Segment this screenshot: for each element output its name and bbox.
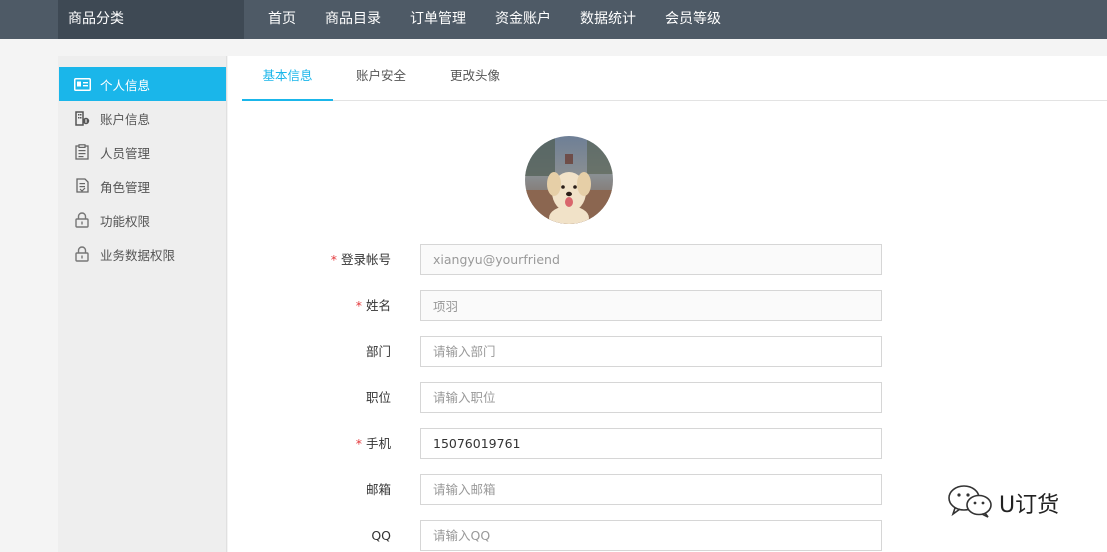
lock-icon xyxy=(73,211,91,229)
lock-icon xyxy=(73,245,91,263)
sidebar-item-label: 功能权限 xyxy=(100,213,151,229)
sidebar-item-label: 业务数据权限 xyxy=(100,247,176,263)
nav-item-statistics[interactable]: 数据统计 xyxy=(580,0,636,39)
required-marker: * xyxy=(355,436,362,451)
form-row-phone: * 手机 xyxy=(228,428,1107,460)
sidebar-item-label: 账户信息 xyxy=(100,111,151,127)
field-label: 部门 xyxy=(365,344,391,359)
field-label: 邮箱 xyxy=(365,482,391,497)
field-label: QQ xyxy=(371,528,391,543)
building-icon xyxy=(73,109,91,127)
sidebar-item-business-data-permissions[interactable]: 业务数据权限 xyxy=(59,237,226,271)
sidebar-item-function-permissions[interactable]: 功能权限 xyxy=(59,203,226,237)
sidebar-item-staff-management[interactable]: 人员管理 xyxy=(59,135,226,169)
category-menu-button[interactable]: 商品分类 xyxy=(58,0,244,39)
form-row-qq: QQ xyxy=(228,520,1107,552)
top-nav: 首页 商品目录 订单管理 资金账户 数据统计 会员等级 xyxy=(268,0,750,39)
qq-field[interactable] xyxy=(420,520,882,551)
email-field[interactable] xyxy=(420,474,882,505)
main-panel: 基本信息 账户安全 更改头像 * 登录帐号 xiangyu@yourfriend… xyxy=(228,56,1107,552)
id-card-icon xyxy=(73,75,91,93)
position-field[interactable] xyxy=(420,382,882,413)
field-label: * 姓名 xyxy=(355,298,391,313)
tab-basic-info[interactable]: 基本信息 xyxy=(242,56,333,101)
required-marker: * xyxy=(330,252,337,267)
form-row-position: 职位 xyxy=(228,382,1107,414)
field-label: 职位 xyxy=(365,390,391,405)
login-account-field[interactable] xyxy=(420,244,882,275)
nav-item-home[interactable]: 首页 xyxy=(268,0,296,39)
form-row-login-account: * 登录帐号 xyxy=(228,244,1107,276)
document-icon xyxy=(73,177,91,195)
sidebar-item-label: 人员管理 xyxy=(100,145,151,161)
nav-item-funds[interactable]: 资金账户 xyxy=(495,0,551,39)
phone-field[interactable] xyxy=(420,428,882,459)
required-marker: * xyxy=(355,298,362,313)
watermark-text: U订货 xyxy=(999,493,1060,518)
form-row-name: * 姓名 xyxy=(228,290,1107,322)
department-field[interactable] xyxy=(420,336,882,367)
nav-item-orders[interactable]: 订单管理 xyxy=(410,0,466,39)
sidebar-item-role-management[interactable]: 角色管理 xyxy=(59,169,226,203)
sidebar: 个人信息 账户信息 人员管理 角色管理 功能权限 业务数据权限 xyxy=(58,56,227,552)
form-row-department: 部门 xyxy=(228,336,1107,368)
tab-bar: 基本信息 账户安全 更改头像 xyxy=(242,56,1107,101)
clipboard-icon xyxy=(73,143,91,161)
nav-item-catalog[interactable]: 商品目录 xyxy=(325,0,381,39)
name-field[interactable] xyxy=(420,290,882,321)
field-label: * 手机 xyxy=(355,436,391,451)
field-label: * 登录帐号 xyxy=(330,252,391,267)
wechat-icon xyxy=(947,484,993,522)
tab-change-avatar[interactable]: 更改头像 xyxy=(443,56,507,101)
sidebar-item-account-info[interactable]: 账户信息 xyxy=(59,101,226,135)
nav-item-member-levels[interactable]: 会员等级 xyxy=(665,0,721,39)
sidebar-item-label: 个人信息 xyxy=(100,77,151,93)
sidebar-item-label: 角色管理 xyxy=(100,179,151,195)
avatar[interactable] xyxy=(525,136,613,224)
tab-account-security[interactable]: 账户安全 xyxy=(349,56,413,101)
watermark: U订货 xyxy=(947,484,1059,522)
top-navigation-bar: 商品分类 首页 商品目录 订单管理 资金账户 数据统计 会员等级 xyxy=(0,0,1107,39)
sidebar-item-personal-info[interactable]: 个人信息 xyxy=(59,67,226,101)
